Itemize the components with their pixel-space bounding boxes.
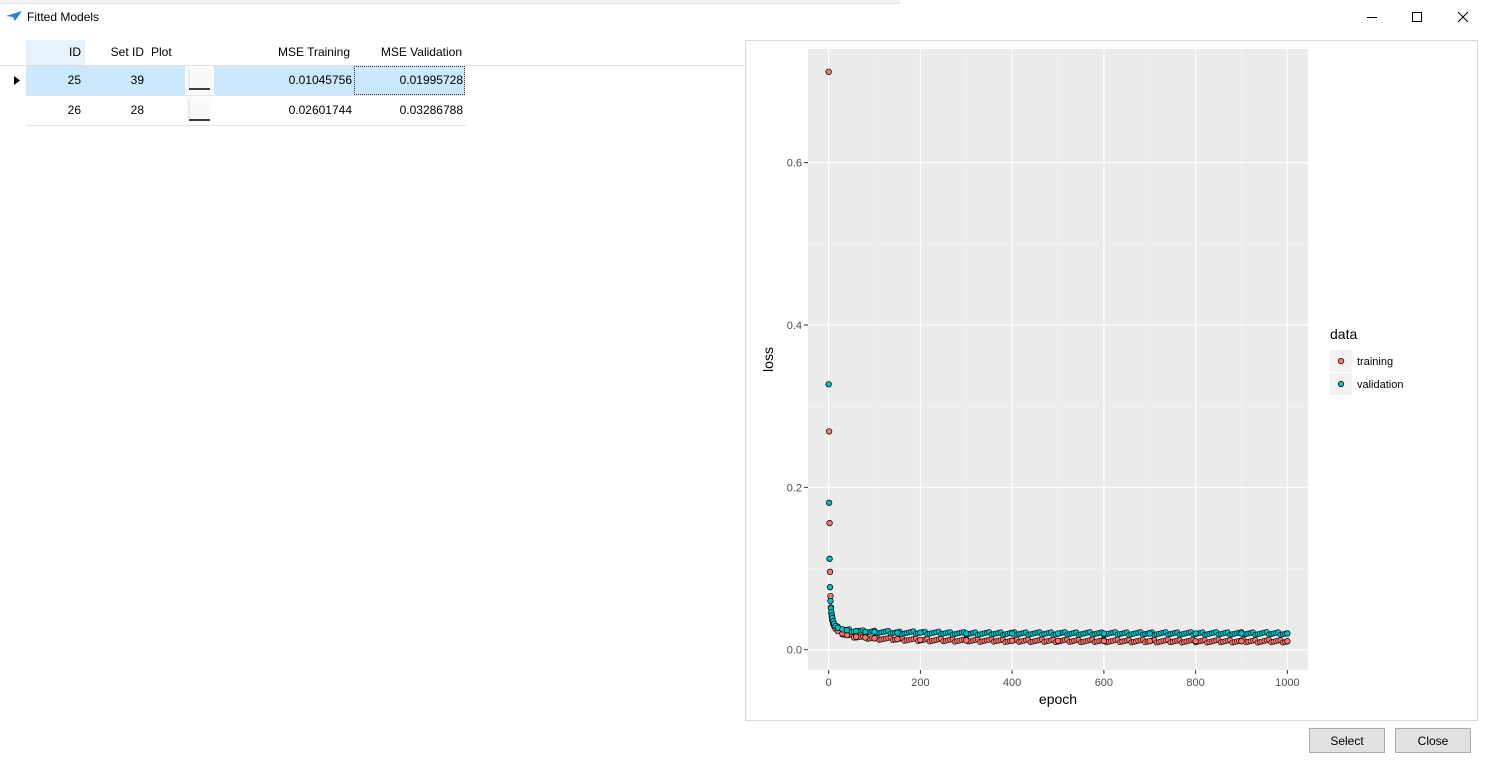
training-point — [894, 636, 901, 643]
training-point — [1284, 638, 1291, 645]
training-point — [917, 636, 924, 644]
validation-point — [862, 628, 869, 635]
close-icon — [1457, 11, 1469, 23]
maximize-icon — [1412, 12, 1422, 22]
validation-point — [871, 628, 878, 635]
validation-point — [1146, 630, 1153, 637]
training-point — [1238, 638, 1245, 645]
y-tick-label: 0.4 — [787, 320, 802, 332]
training-point — [825, 68, 832, 75]
y-tick-label: 0.0 — [787, 645, 802, 657]
select-button[interactable]: Select — [1309, 728, 1385, 753]
y-tick-label: 0.6 — [787, 158, 802, 170]
validation-point — [1192, 630, 1199, 637]
validation-point — [1100, 630, 1108, 637]
y-tick-label: 0.2 — [787, 482, 802, 494]
legend-label: training — [1357, 356, 1393, 368]
validation-point — [825, 381, 832, 388]
window-title: Fitted Models — [27, 10, 100, 24]
training-point — [826, 519, 833, 527]
x-tick-label: 1000 — [1275, 677, 1299, 689]
training-point — [1100, 637, 1108, 645]
legend-marker — [1337, 357, 1345, 365]
y-axis-label: loss — [760, 347, 776, 372]
plot-thumbnail — [186, 97, 212, 123]
row-divider — [26, 125, 466, 126]
validation-point — [1238, 630, 1245, 637]
validation-point — [825, 499, 833, 506]
training-point — [862, 634, 869, 641]
x-axis-label: epoch — [1039, 691, 1077, 707]
cell-mse-training[interactable]: 0.01045756 — [214, 66, 354, 95]
cell-set-id[interactable]: 28 — [85, 96, 185, 125]
cell-mse-training[interactable]: 0.02601744 — [214, 96, 354, 125]
training-point — [825, 428, 833, 435]
training-point — [1146, 637, 1153, 645]
cell-plot[interactable] — [185, 96, 214, 125]
grid-header: ID Set ID Plot MSE Training MSE Validati… — [0, 40, 744, 66]
maximize-button[interactable] — [1394, 0, 1440, 34]
training-point — [853, 633, 860, 640]
close-window-button[interactable] — [1440, 0, 1486, 34]
title-bar: Fitted Models — [0, 0, 1487, 34]
column-header-plot[interactable]: Plot — [151, 40, 191, 65]
table-row[interactable]: 26 28 0.02601744 0.03286788 — [0, 96, 744, 125]
training-point — [871, 635, 878, 642]
cell-plot[interactable] — [185, 66, 214, 95]
validation-point — [963, 630, 970, 637]
x-tick-label: 400 — [1003, 677, 1021, 689]
validation-point — [1054, 630, 1062, 637]
plot-panel: 0 200 400 600 800 1000 0.0 0.2 0.4 0.6 epoch loss d… — [745, 40, 1478, 721]
training-point — [1054, 637, 1062, 644]
x-tick-label: 600 — [1095, 677, 1113, 689]
validation-point — [843, 627, 851, 634]
cell-mse-validation[interactable]: 0.03286788 — [354, 96, 465, 125]
cell-id[interactable]: 25 — [26, 66, 85, 95]
close-button[interactable]: Close — [1395, 728, 1471, 753]
cell-mse-validation[interactable]: 0.01995728 — [354, 66, 465, 95]
legend-label: validation — [1357, 379, 1403, 391]
training-point — [1008, 637, 1016, 644]
validation-point — [853, 627, 860, 635]
validation-point — [826, 555, 833, 562]
validation-point — [917, 629, 924, 636]
column-header-id[interactable]: ID — [26, 40, 85, 65]
loss-chart: 0 200 400 600 800 1000 0.0 0.2 0.4 0.6 epoch loss d… — [760, 49, 1403, 707]
x-tick-label: 200 — [911, 677, 929, 689]
validation-point — [1284, 630, 1291, 637]
legend-title: data — [1330, 326, 1357, 342]
training-point — [1192, 638, 1199, 645]
x-tick-label: 0 — [826, 677, 832, 689]
training-point — [963, 637, 970, 644]
background-window-strip — [0, 0, 900, 4]
cell-set-id[interactable]: 39 — [85, 66, 185, 95]
app-icon — [6, 11, 22, 21]
column-header-mse-training[interactable]: MSE Training — [214, 40, 351, 65]
column-header-mse-validation[interactable]: MSE Validation — [354, 40, 464, 65]
cell-id[interactable]: 26 — [26, 96, 85, 125]
x-tick-label: 800 — [1186, 677, 1204, 689]
minimize-icon — [1367, 17, 1377, 18]
minimize-button[interactable] — [1349, 0, 1395, 34]
legend-marker — [1337, 380, 1345, 388]
validation-point — [827, 597, 834, 605]
table-row[interactable]: 25 39 0.01045756 0.01995728 — [0, 66, 744, 95]
column-header-set-id[interactable]: Set ID — [85, 40, 145, 65]
training-point — [826, 568, 834, 575]
plot-thumbnail — [186, 67, 212, 93]
validation-point — [826, 584, 834, 591]
row-indicator-icon — [14, 76, 20, 85]
validation-point — [894, 629, 901, 636]
validation-point — [1008, 630, 1016, 637]
